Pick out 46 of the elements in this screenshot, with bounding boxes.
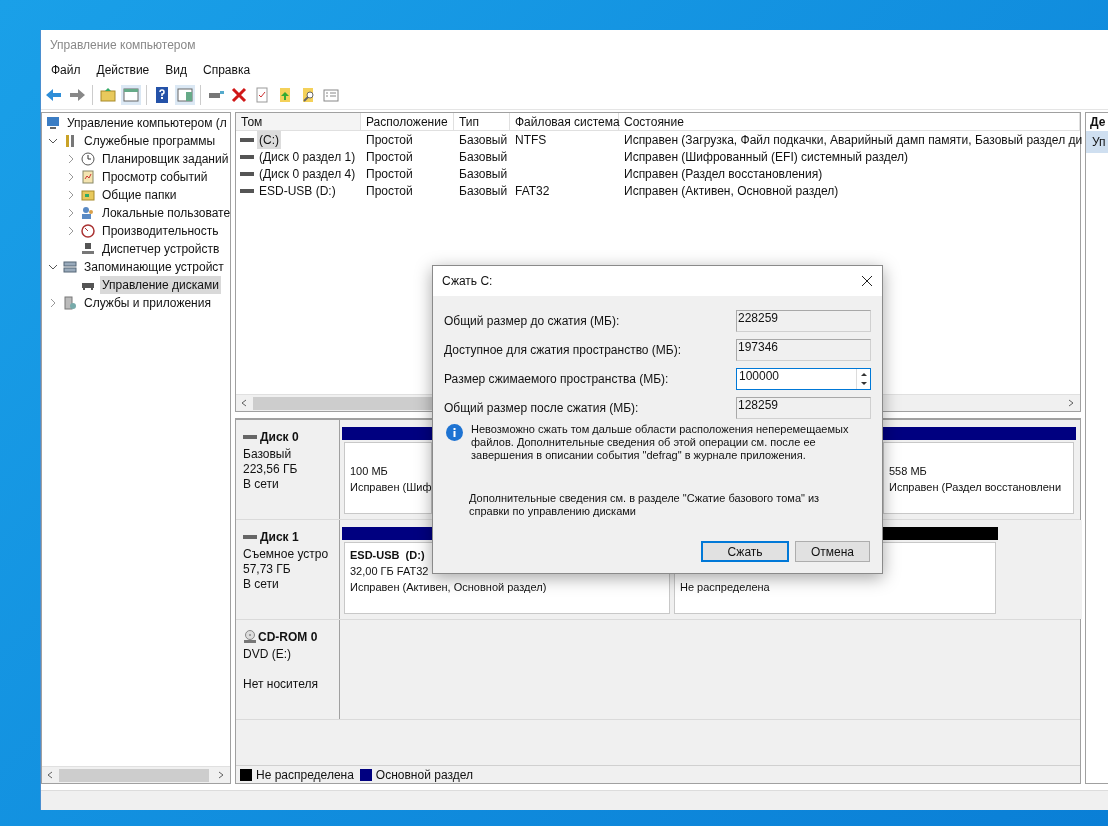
table-cell-text: Базовый xyxy=(459,165,508,183)
field-label: Общий размер после сжатия (МБ): xyxy=(444,399,640,417)
table-cell-text: Простой xyxy=(366,182,413,200)
table-cell-text: Исправен (Шифрованный (EFI) системный раздел) xyxy=(624,148,909,166)
table-cell-text: Исправен (Загрузка, Файл подкачки, Аварийный дамп памяти, Базовый раздел ди xyxy=(624,131,1083,149)
disk-name: Диск 0 xyxy=(260,429,299,446)
table-cell-text: Исправен (Активен, Основной раздел) xyxy=(624,182,839,200)
disk-info: 223,56 ГБ xyxy=(243,462,298,476)
table-cell-text: Простой xyxy=(366,148,413,166)
table-cell-text: Базовый xyxy=(459,131,508,149)
field-label: Доступное для сжатия пространство (МБ): xyxy=(444,341,683,359)
disk-info: Нет носителя xyxy=(243,677,318,691)
disk-info: DVD (E:) xyxy=(243,647,291,661)
table-cell-text: FAT32 xyxy=(515,182,550,200)
partition-size: 100 МБ xyxy=(350,465,388,477)
legend-label: Основной раздел xyxy=(375,766,473,784)
disk-info: Базовый xyxy=(243,447,292,461)
disk-info: В сети xyxy=(243,577,279,591)
partition-status: Исправен (Раздел восстановлени xyxy=(889,481,1062,493)
disk-info: Съемное устро xyxy=(243,547,329,561)
disk-info: 57,73 ГБ xyxy=(243,562,291,576)
table-cell-text: Простой xyxy=(366,165,413,183)
partition-status: Исправен (Шиф xyxy=(350,481,432,493)
partition-size: 32,00 ГБ FAT32 xyxy=(350,565,429,577)
readonly-field: 197346 xyxy=(736,338,871,361)
table-cell-text: Исправен (Раздел восстановления) xyxy=(624,165,823,183)
field-label: Общий размер до сжатия (МБ): xyxy=(444,312,621,330)
partition-status: Не распределена xyxy=(680,581,770,593)
table-cell-text: Простой xyxy=(366,131,413,149)
readonly-field: 228259 xyxy=(736,309,871,332)
partition-status: Исправен (Активен, Основной раздел) xyxy=(350,581,547,593)
readonly-field: 128259 xyxy=(736,396,871,419)
disk-name: Диск 1 xyxy=(260,529,299,546)
field-label: Размер сжимаемого пространства (МБ): xyxy=(444,370,670,388)
help-message: Дополнительные сведения см. в разделе "Сжатие базового тома" из справки по управлению дисками xyxy=(469,492,821,518)
table-cell-text: Базовый xyxy=(459,182,508,200)
table-cell-text: Базовый xyxy=(459,148,508,166)
info-message: Невозможно сжать том дальше области расположения неперемещаемых файлов. Дополнительные сведения об этой операции см. после ее завершения в описании события "defrag" в журнале приложения. xyxy=(471,423,850,462)
disk-name: CD-ROM 0 xyxy=(258,629,318,646)
disk-info: В сети xyxy=(243,477,279,491)
partition-name: ESD-USB (D:) xyxy=(350,549,425,561)
legend-label: Не распределена xyxy=(256,766,354,784)
window-title: Управление компьютером xyxy=(50,37,196,54)
partition-size: 558 МБ xyxy=(889,465,927,477)
table-cell-text: NTFS xyxy=(515,131,547,149)
dialog-title: Сжать C: xyxy=(442,273,494,290)
